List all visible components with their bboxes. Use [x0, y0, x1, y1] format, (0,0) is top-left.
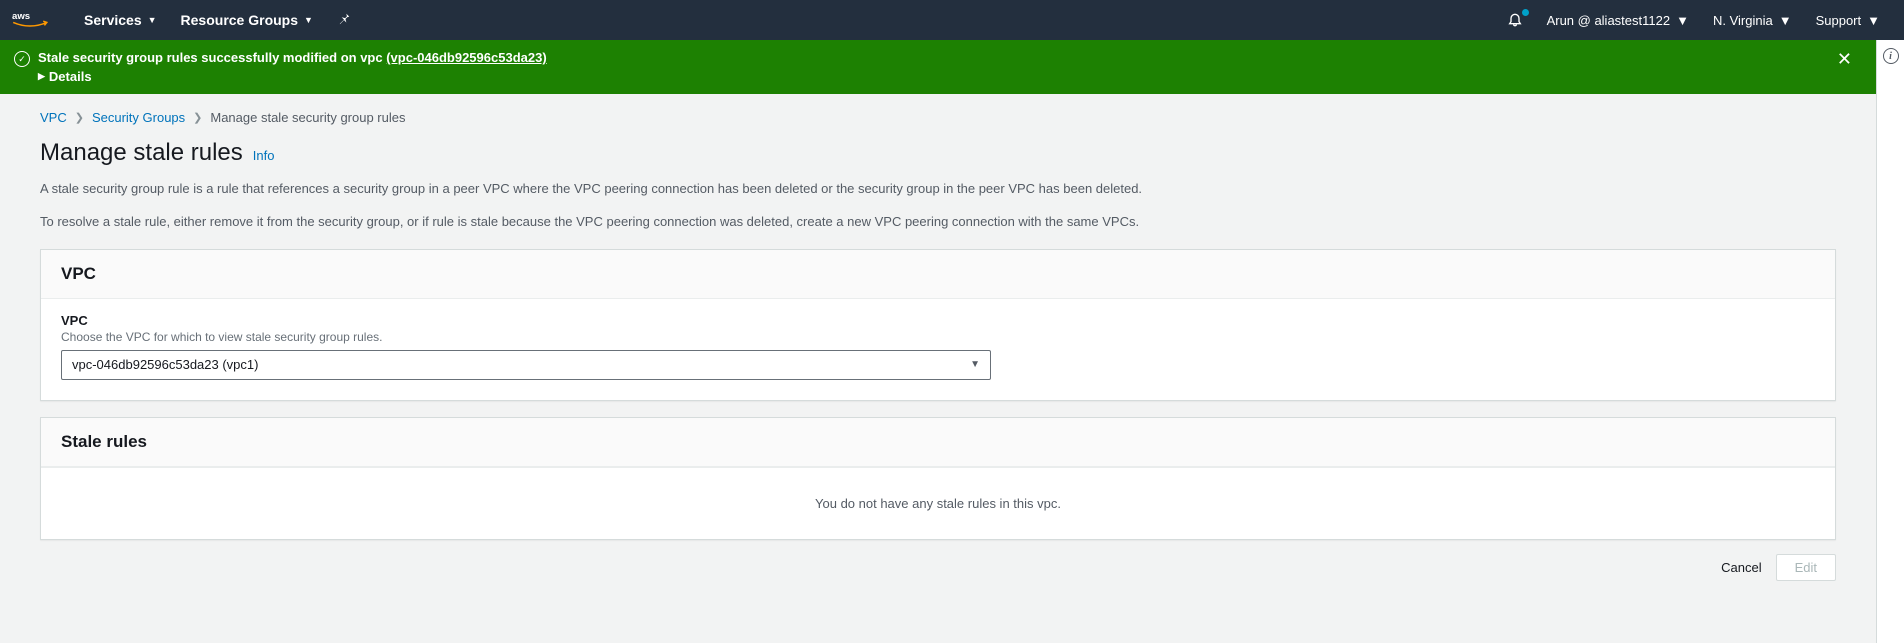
notifications-icon[interactable] [1495, 11, 1535, 30]
success-check-icon: ✓ [14, 51, 30, 67]
flash-details-toggle[interactable]: ▶ Details [38, 69, 1825, 84]
stale-rules-panel: Stale rules You do not have any stale ru… [40, 417, 1836, 540]
breadcrumb-vpc[interactable]: VPC [40, 110, 67, 125]
edit-button[interactable]: Edit [1776, 554, 1836, 581]
flash-details-label: Details [49, 69, 92, 84]
info-sidebar: i [1876, 40, 1904, 643]
support-menu[interactable]: Support ▼ [1804, 0, 1892, 40]
flash-body: Stale security group rules successfully … [38, 50, 1825, 84]
flash-message: Stale security group rules successfully … [38, 50, 386, 65]
vpc-field-label: VPC [61, 313, 1815, 328]
account-menu[interactable]: Arun @ aliastest1122 ▼ [1535, 0, 1701, 40]
vpc-panel-body: VPC Choose the VPC for which to view sta… [41, 299, 1835, 400]
chevron-down-icon: ▼ [148, 15, 157, 25]
stale-rules-header: Stale rules [41, 418, 1835, 467]
services-menu[interactable]: Services ▼ [72, 0, 169, 40]
topbar-right: Arun @ aliastest1122 ▼ N. Virginia ▼ Sup… [1495, 0, 1892, 40]
vpc-select[interactable]: vpc-046db92596c53da23 (vpc1) ▼ [61, 350, 991, 380]
triangle-right-icon: ▶ [38, 71, 45, 82]
chevron-down-icon: ▼ [1867, 13, 1880, 28]
flash-close-icon[interactable]: ✕ [1833, 50, 1856, 68]
flash-vpc-link[interactable]: (vpc-046db92596c53da23) [386, 50, 546, 65]
chevron-down-icon: ▼ [970, 359, 980, 370]
breadcrumb-security-groups[interactable]: Security Groups [92, 110, 185, 125]
notification-dot [1522, 9, 1529, 16]
breadcrumb-sep: ❯ [193, 111, 202, 124]
info-link[interactable]: Info [253, 148, 275, 163]
support-label: Support [1816, 13, 1862, 28]
page-description-1: A stale security group rule is a rule th… [40, 179, 1836, 200]
services-label: Services [84, 12, 142, 28]
resource-groups-menu[interactable]: Resource Groups ▼ [169, 0, 325, 40]
breadcrumb-current: Manage stale security group rules [210, 110, 405, 125]
page-actions: Cancel Edit [40, 554, 1836, 581]
svg-text:aws: aws [12, 11, 30, 22]
top-nav: aws Services ▼ Resource Groups ▼ Arun @ … [0, 0, 1904, 40]
page-title-row: Manage stale rules Info [40, 139, 1836, 167]
vpc-panel: VPC VPC Choose the VPC for which to view… [40, 249, 1836, 401]
region-menu[interactable]: N. Virginia ▼ [1701, 0, 1804, 40]
chevron-down-icon: ▼ [1676, 13, 1689, 28]
breadcrumb: VPC ❯ Security Groups ❯ Manage stale sec… [40, 110, 1836, 125]
stale-rules-empty: You do not have any stale rules in this … [41, 467, 1835, 539]
cancel-button[interactable]: Cancel [1721, 560, 1761, 575]
account-label: Arun @ aliastest1122 [1547, 13, 1671, 28]
pin-icon[interactable] [325, 12, 363, 29]
resource-groups-label: Resource Groups [181, 12, 298, 28]
vpc-panel-header: VPC [41, 250, 1835, 299]
region-label: N. Virginia [1713, 13, 1773, 28]
vpc-select-value: vpc-046db92596c53da23 (vpc1) [72, 357, 258, 372]
breadcrumb-sep: ❯ [75, 111, 84, 124]
page-content: VPC ❯ Security Groups ❯ Manage stale sec… [0, 94, 1876, 621]
page-description-2: To resolve a stale rule, either remove i… [40, 212, 1836, 233]
aws-logo[interactable]: aws [12, 9, 48, 31]
page-title: Manage stale rules [40, 139, 243, 167]
vpc-field-help: Choose the VPC for which to view stale s… [61, 330, 1815, 344]
info-icon[interactable]: i [1883, 48, 1899, 64]
chevron-down-icon: ▼ [1779, 13, 1792, 28]
chevron-down-icon: ▼ [304, 15, 313, 25]
flash-success: ✓ Stale security group rules successfull… [0, 40, 1876, 94]
